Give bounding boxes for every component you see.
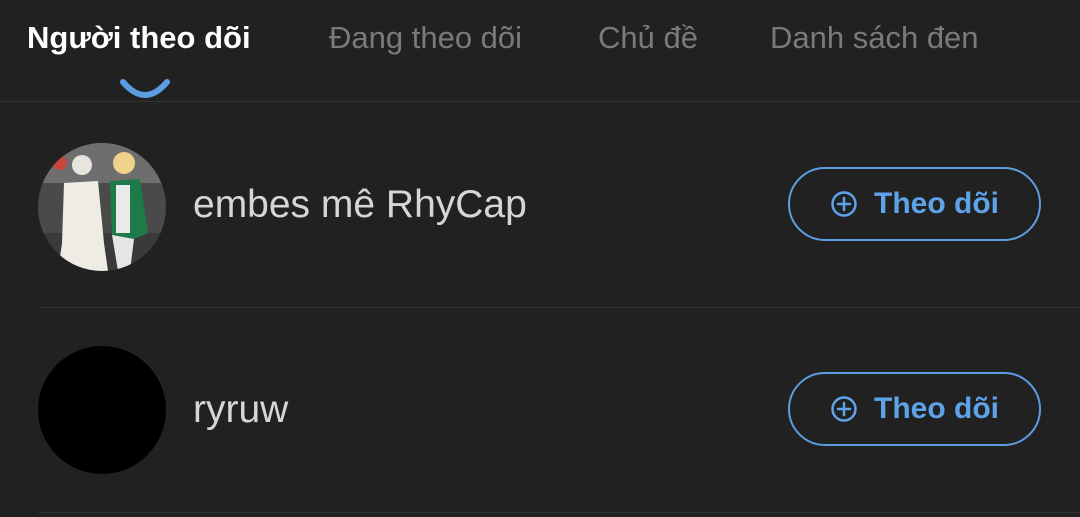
follow-button-label: Theo dõi — [874, 392, 999, 425]
plus-circle-icon — [831, 396, 857, 422]
tab-following[interactable]: Đang theo dõi — [329, 20, 522, 56]
divider — [38, 512, 1080, 513]
follow-button[interactable]: Theo dõi — [788, 167, 1041, 241]
follow-button-label: Theo dõi — [874, 187, 999, 220]
list-item[interactable]: ryruw Theo dõi — [0, 308, 1080, 513]
username: embes mê RhyCap — [193, 183, 527, 226]
tab-blacklist[interactable]: Danh sách đen — [770, 20, 979, 56]
avatar[interactable] — [38, 346, 166, 474]
tab-followers[interactable]: Người theo dõi — [27, 20, 251, 56]
photo-avatar-icon — [38, 143, 166, 271]
list-item[interactable]: embes mê RhyCap Theo dõi — [0, 103, 1080, 308]
tab-topics[interactable]: Chủ đề — [598, 20, 698, 56]
plus-circle-icon — [831, 191, 857, 217]
avatar[interactable] — [38, 143, 166, 271]
follow-button[interactable]: Theo dõi — [788, 372, 1041, 446]
username: ryruw — [193, 388, 289, 431]
active-tab-indicator — [120, 79, 170, 98]
tab-bar: Người theo dõi Đang theo dõi Chủ đề Danh… — [0, 0, 1080, 102]
